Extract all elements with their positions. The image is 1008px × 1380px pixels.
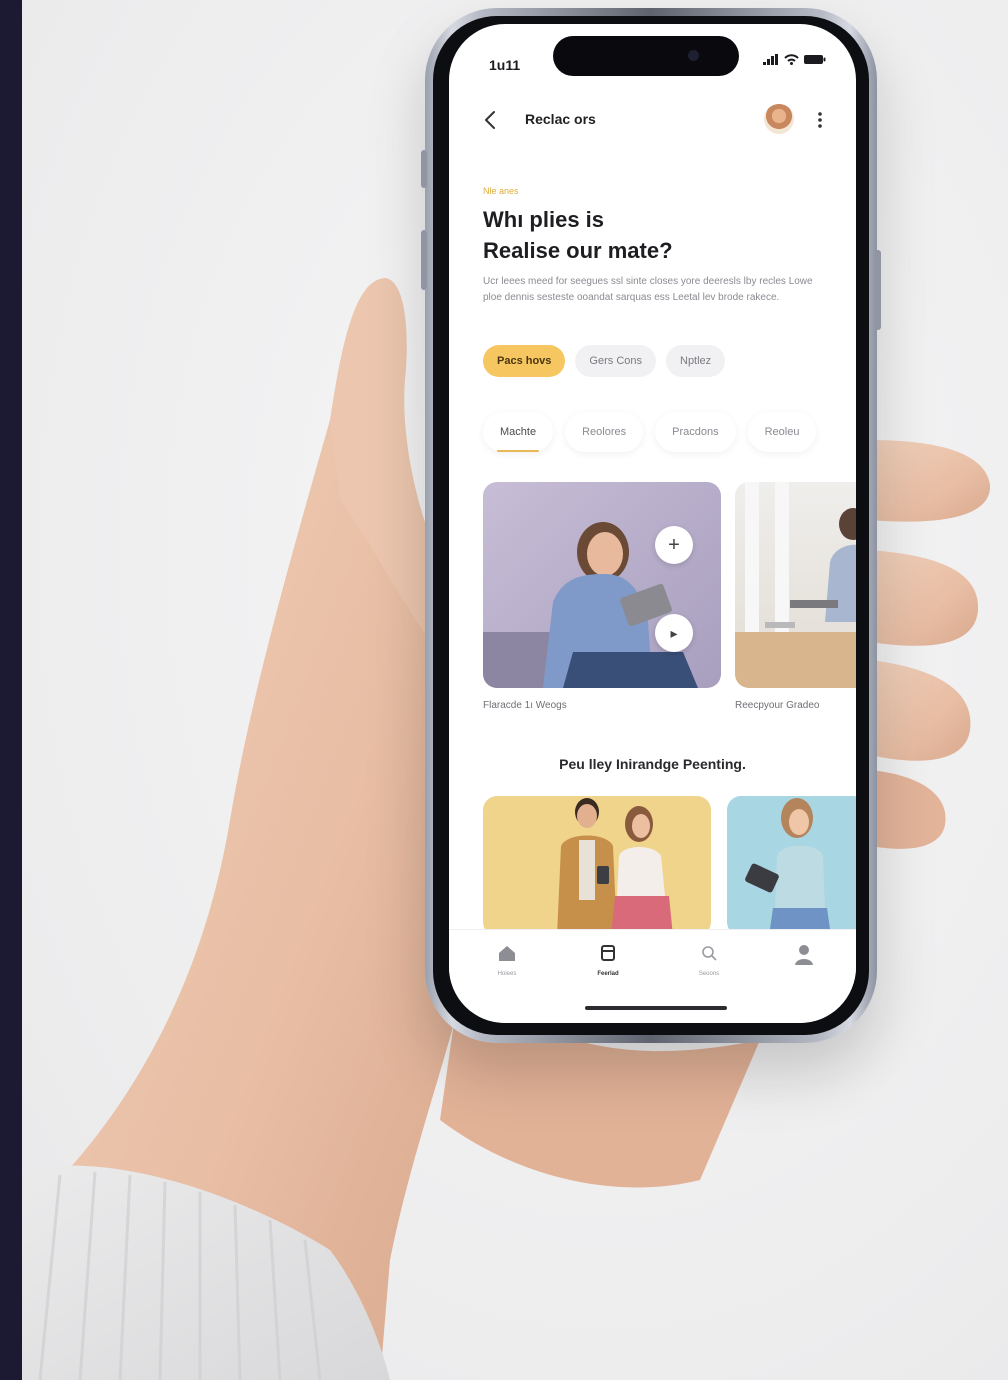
secondary-card-2[interactable] — [727, 796, 856, 936]
bookmark-icon — [601, 945, 615, 961]
category-tabs: Machte Reolores Pracdons Reoleu — [483, 412, 817, 452]
nav-featured-label: Feerlad — [597, 971, 619, 977]
woman-with-tablet-illustration — [745, 798, 831, 936]
nav-home-label: Hoiees — [497, 971, 517, 977]
volume-up-button — [421, 150, 427, 188]
hero-description: Ucr leees meed for seegues ssl sinte clo… — [483, 276, 813, 303]
dynamic-island — [553, 36, 739, 76]
nav-home[interactable]: Hoiees — [477, 944, 537, 977]
search-icon — [702, 946, 717, 961]
secondary-card-1[interactable] — [483, 796, 711, 936]
nav-featured[interactable]: Feerlad — [578, 944, 638, 977]
power-button — [875, 250, 881, 330]
status-icons — [763, 54, 826, 65]
add-button[interactable]: + — [655, 526, 693, 564]
nav-search[interactable]: Seoons — [679, 944, 739, 977]
card-1-image: + ▸ — [483, 482, 721, 688]
profile-icon — [795, 945, 813, 965]
play-button[interactable]: ▸ — [655, 614, 693, 652]
card-2-image — [735, 482, 856, 688]
nav-profile[interactable] — [774, 944, 834, 975]
eyebrow-label: Nle anes — [483, 186, 519, 196]
couple-with-phone-illustration — [557, 798, 673, 936]
wifi-icon — [784, 54, 799, 65]
action-chips: Pacs hovs Gers Cons Nptlez — [483, 345, 726, 377]
chip-primary[interactable]: Pacs hovs — [483, 345, 566, 377]
card-1-caption: Flaracde 1ı Weogs — [483, 700, 567, 711]
volume-down-button — [421, 230, 427, 290]
top-app-bar: Reclac ors — [449, 100, 856, 140]
home-indicator — [585, 1006, 727, 1010]
camera-dot — [688, 50, 699, 61]
person-with-tablet-illustration — [483, 522, 698, 688]
featured-card-1[interactable]: + ▸ Flaracde 1ı Weogs — [483, 482, 721, 711]
headline-line-2: Realise our mate? — [483, 238, 673, 263]
card-2-caption: Reecpyour Gradeo — [735, 700, 820, 711]
nav-search-label: Seoons — [698, 971, 720, 977]
screen-title: Reclac ors — [525, 111, 596, 127]
home-icon — [499, 946, 515, 961]
section-title: Peu lley Inirandge Peenting. — [559, 756, 746, 772]
tab-4[interactable]: Reoleu — [747, 412, 817, 452]
chip-tertiary[interactable]: Nptlez — [666, 345, 726, 377]
phone-screen: 1u11 Reclac ors Nle anes Whı plies is Re… — [449, 24, 856, 1023]
featured-cards: + ▸ Flaracde 1ı Weogs Reecpyour Gradeo — [483, 482, 856, 722]
signal-icon — [763, 54, 778, 65]
featured-card-2[interactable]: Reecpyour Gradeo — [735, 482, 856, 711]
avatar[interactable] — [764, 104, 794, 134]
tab-3[interactable]: Pracdons — [655, 412, 736, 452]
person-at-desk-illustration — [735, 482, 856, 688]
chip-secondary[interactable]: Gers Cons — [575, 345, 656, 377]
status-time: 1u11 — [489, 57, 521, 73]
tab-1[interactable]: Machte — [483, 412, 554, 452]
battery-icon — [804, 55, 826, 64]
headline-line-1: Whı plies is — [483, 207, 605, 232]
more-vertical-icon[interactable] — [814, 106, 826, 134]
back-arrow-icon[interactable] — [479, 106, 503, 134]
hero-headline: Whı plies is Realise our mate? — [483, 204, 823, 266]
tab-2[interactable]: Reolores — [565, 412, 644, 452]
secondary-cards — [483, 796, 856, 936]
